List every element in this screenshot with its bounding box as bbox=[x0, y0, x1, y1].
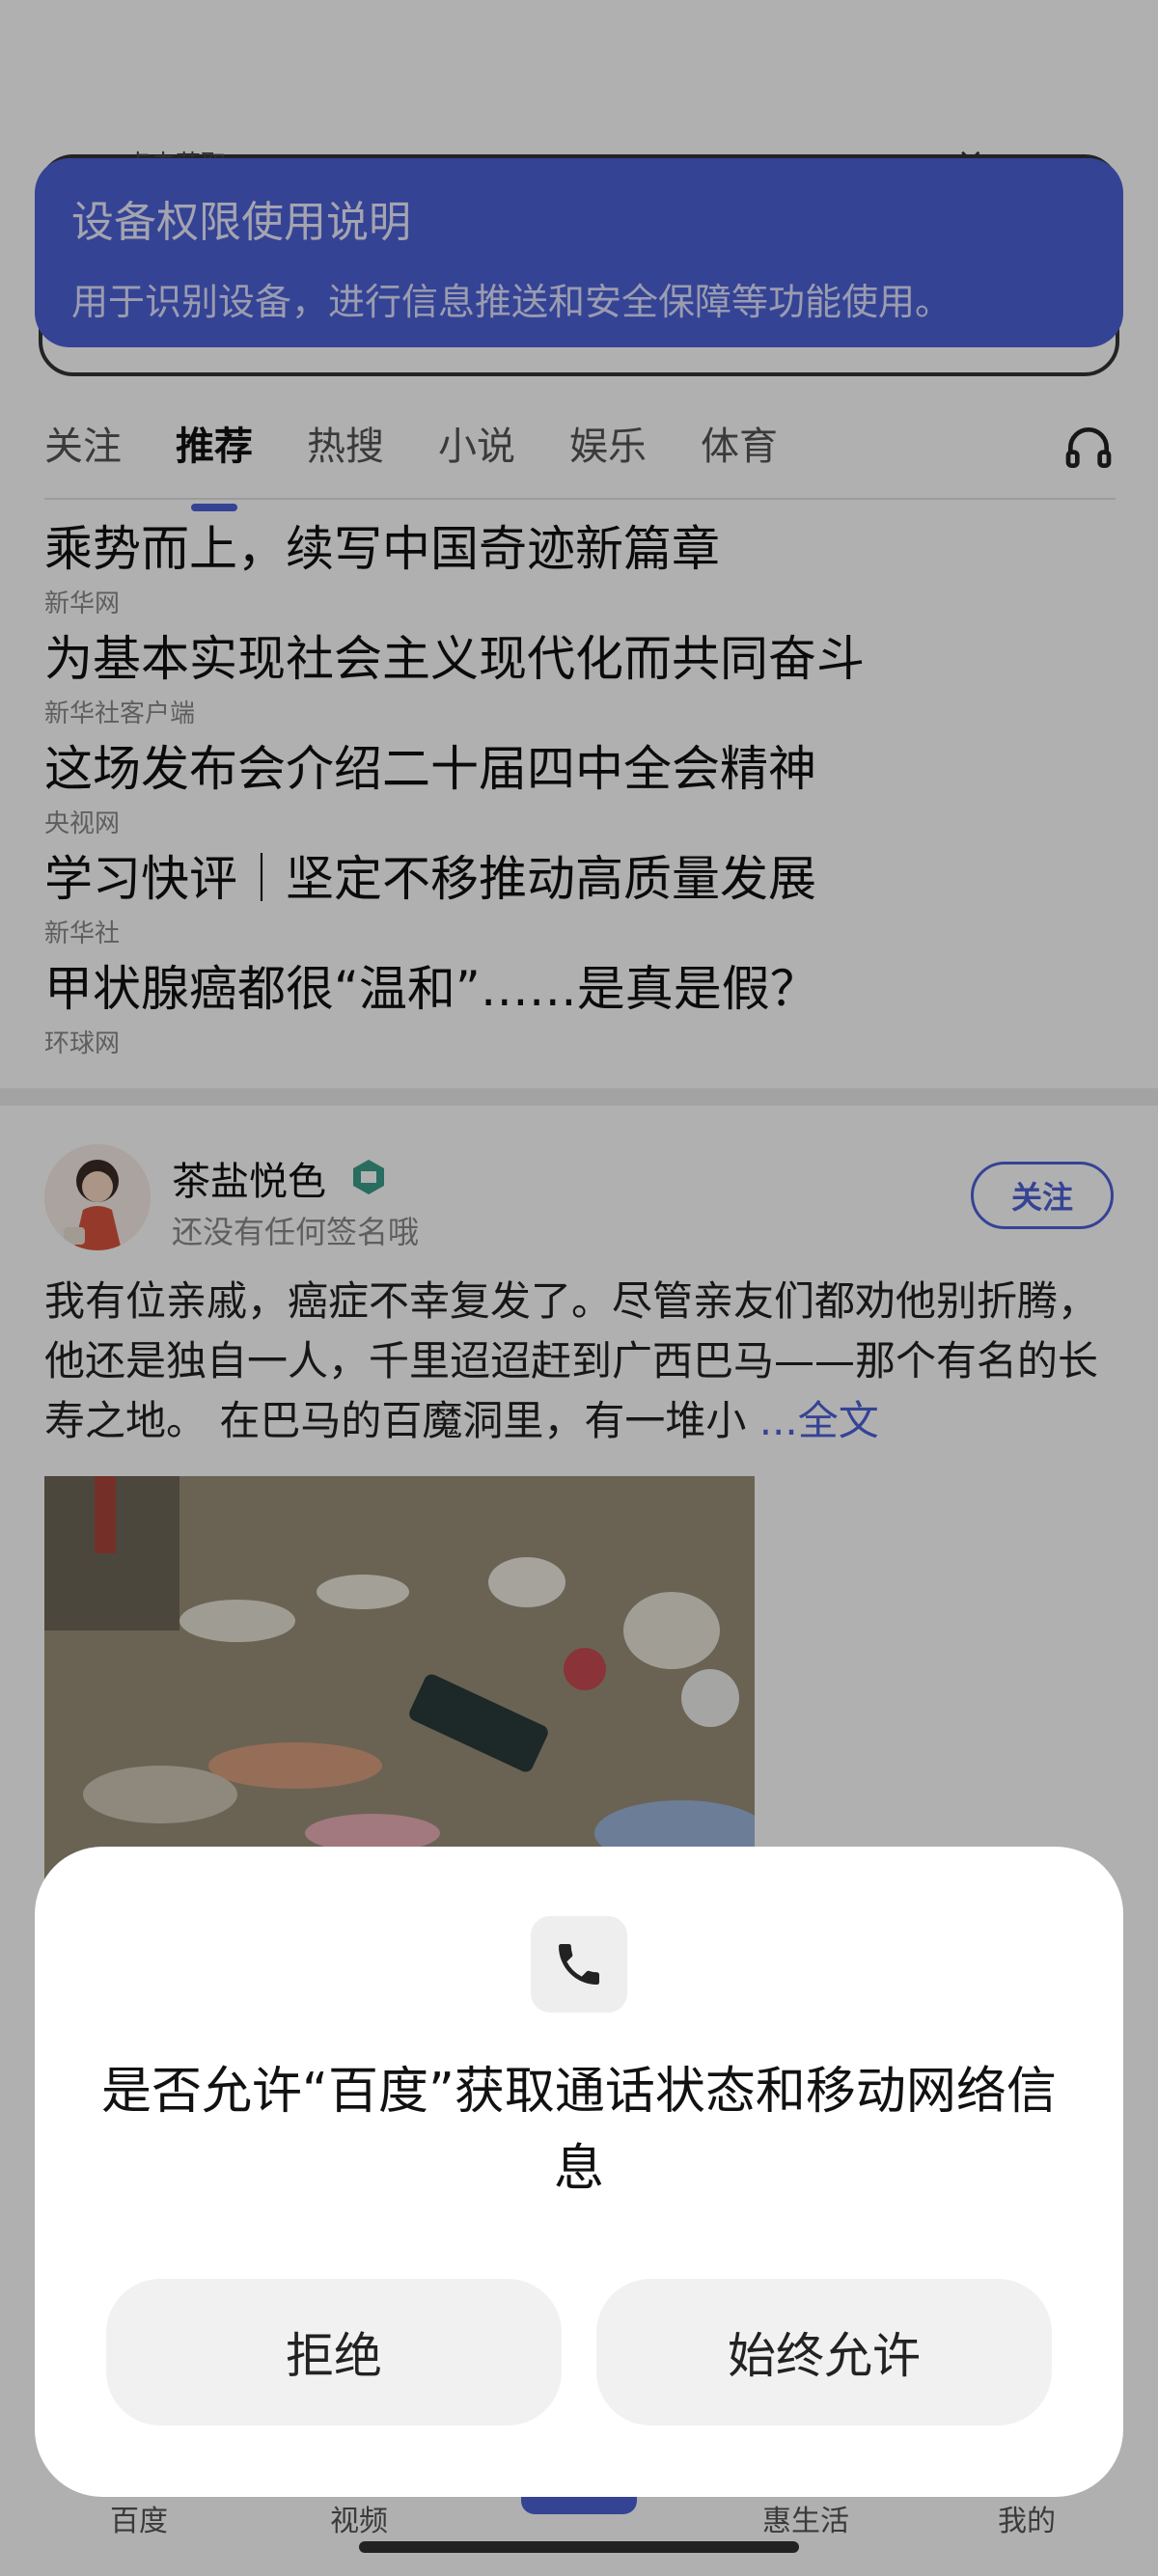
home-indicator[interactable] bbox=[359, 2541, 799, 2553]
baidu-feed-page: 9:59 ··· 5G 点击获取 × 设备权限使用说明 用于识别设备，进行信息推… bbox=[0, 0, 1158, 2576]
allow-always-button[interactable]: 始终允许 bbox=[596, 2279, 1052, 2425]
permission-dialog: 是否允许“百度”获取通话状态和移动网络信息 拒绝 始终允许 bbox=[35, 1847, 1123, 2497]
phone-icon bbox=[531, 1916, 627, 2013]
deny-button[interactable]: 拒绝 bbox=[106, 2279, 562, 2425]
permission-message: 是否允许“百度”获取通话状态和移动网络信息 bbox=[101, 2063, 1057, 2198]
